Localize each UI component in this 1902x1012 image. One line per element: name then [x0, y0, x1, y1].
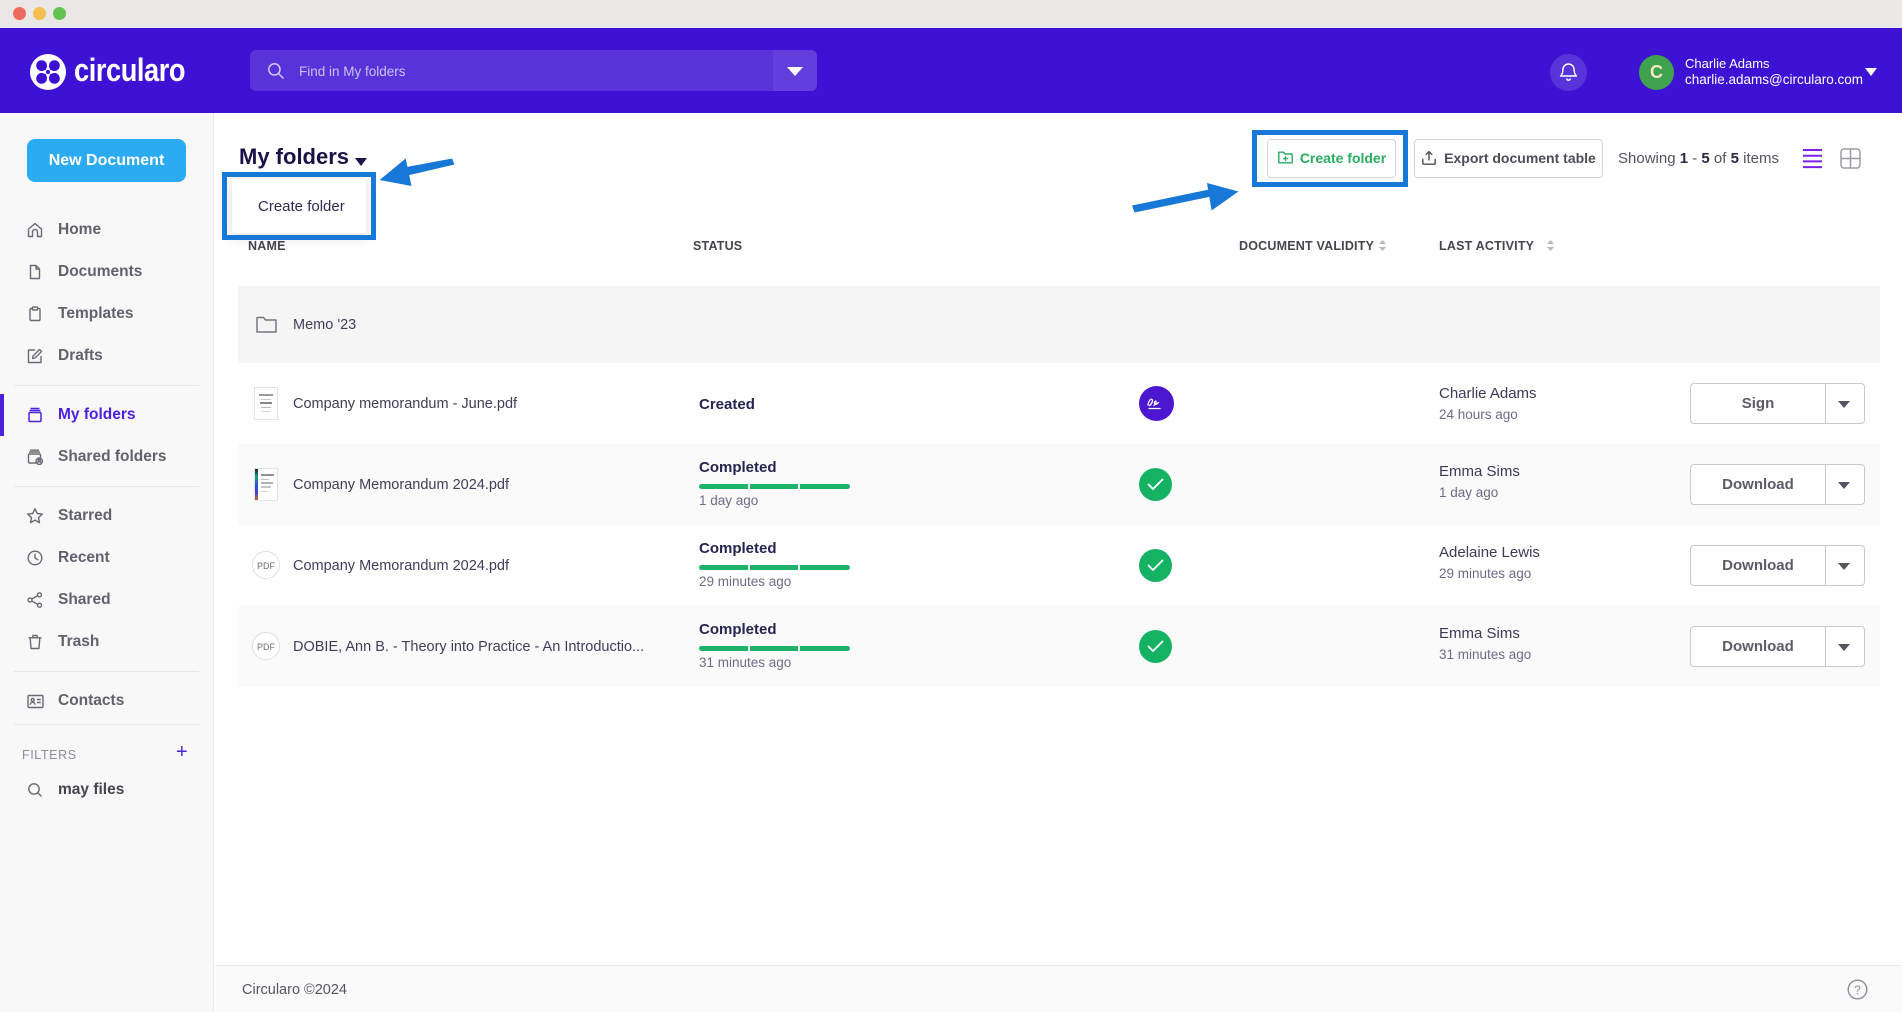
- svg-text:?: ?: [1854, 983, 1861, 997]
